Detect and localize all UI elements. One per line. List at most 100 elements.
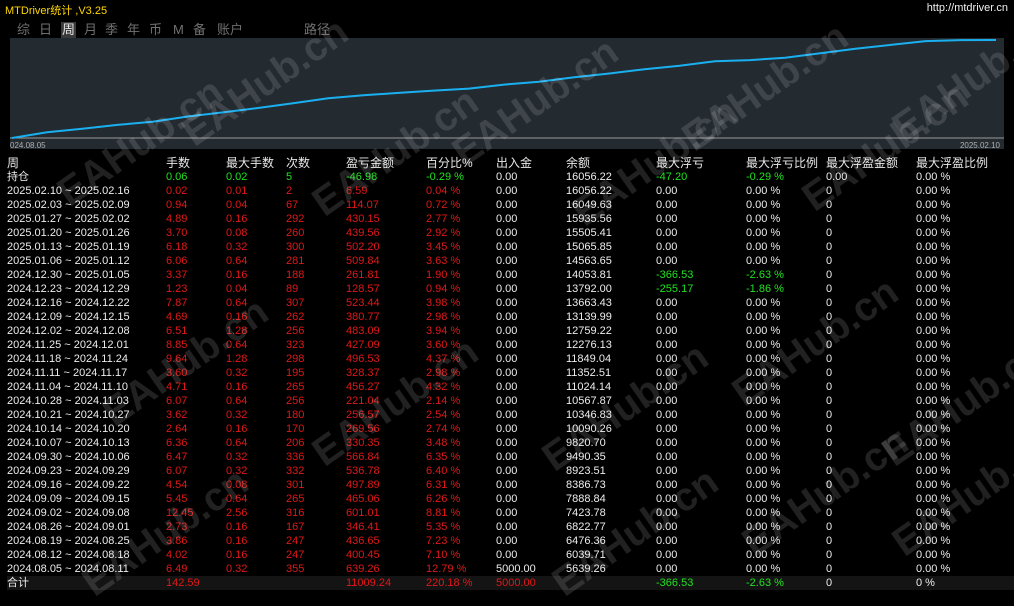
cell-lots: 3.62 — [166, 409, 188, 421]
cell-max-profit: 0 — [826, 367, 833, 379]
table-header: 周 手数 最大手数 次数 盈亏金额 百分比% 出入金 余额 最大浮亏 最大浮亏比例 最大浮盈金额 最大… — [7, 156, 1014, 170]
cell-count: 265 — [286, 493, 305, 505]
cell-lots: 6.18 — [166, 241, 188, 253]
total-pnl: 11009.24 — [346, 577, 392, 589]
cell-io: 0.00 — [496, 423, 518, 435]
cell-max-dd-pct: 0.00 % — [746, 339, 781, 351]
cell-io: 0.00 — [496, 367, 518, 379]
cell-count: 256 — [286, 395, 305, 407]
cell-max-dd-pct: 0.00 % — [746, 479, 781, 491]
table-row: 2024.11.11 ~ 2024.11.17 3.60 0.32 195 328.37… — [7, 366, 1014, 380]
cell-period: 2025.02.03 ~ 2025.02.09 — [7, 199, 130, 211]
cell-max-profit-pct: 0.00 % — [916, 479, 951, 491]
cell-pnl: 346.41 — [346, 521, 380, 533]
cell-balance: 12759.22 — [566, 325, 612, 337]
cell-max-dd: -47.20 — [656, 171, 688, 183]
cell-pnl: 330.35 — [346, 437, 380, 449]
cell-max-dd-pct: 0.00 % — [746, 185, 781, 197]
cell-max-dd: 0.00 — [656, 521, 678, 533]
cell-max-profit: 0 — [826, 451, 833, 463]
cell-max-lots: 0.16 — [226, 535, 248, 547]
cell-count: 336 — [286, 451, 305, 463]
menu-week[interactable]: 周 — [61, 22, 77, 38]
cell-count: 256 — [286, 325, 305, 337]
cell-pnl: 439.56 — [346, 227, 380, 239]
cell-pct: 2.77 % — [426, 213, 461, 225]
cell-count: 206 — [286, 437, 305, 449]
cell-max-lots: 0.16 — [226, 549, 248, 561]
cell-max-profit-pct: 0.00 % — [916, 381, 951, 393]
cell-max-lots: 0.01 — [226, 185, 248, 197]
cell-count: 89 — [286, 283, 299, 295]
cell-balance: 15505.41 — [566, 227, 612, 239]
table-row: 2024.12.02 ~ 2024.12.08 6.51 1.28 256 483.09… — [7, 324, 1014, 338]
cell-balance: 11024.14 — [566, 381, 612, 393]
cell-max-profit-pct: 0.00 % — [916, 353, 951, 365]
menu-month[interactable]: 月 — [84, 22, 97, 38]
cell-max-dd: -255.17 — [656, 283, 694, 295]
cell-period: 2024.11.11 ~ 2024.11.17 — [7, 367, 128, 379]
menu-day[interactable]: 日 — [39, 22, 52, 38]
cell-balance: 9490.35 — [566, 451, 606, 463]
cell-pnl: 436.65 — [346, 535, 380, 547]
cell-pct: 3.98 % — [426, 297, 461, 309]
table-row: 2024.10.07 ~ 2024.10.13 6.36 0.64 206 330.35… — [7, 436, 1014, 450]
cell-max-dd: 0.00 — [656, 437, 678, 449]
title-bar: MTDriver统计 ,V3.25 http://mtdriver.cn — [0, 0, 1014, 18]
cell-max-dd-pct: 0.00 % — [746, 255, 781, 267]
cell-max-dd: 0.00 — [656, 213, 678, 225]
cell-pct: 4.37 % — [426, 353, 461, 365]
col-header: 最大手数 — [226, 156, 275, 170]
menu-backup[interactable]: 备 — [193, 22, 206, 38]
site-link[interactable]: http://mtdriver.cn — [927, 2, 1008, 14]
col-header: 次数 — [286, 156, 311, 170]
menu-path[interactable]: 路径 — [304, 22, 330, 38]
cell-io: 0.00 — [496, 381, 518, 393]
col-header: 最大浮盈金额 — [826, 156, 899, 170]
cell-io: 0.00 — [496, 409, 518, 421]
cell-max-dd: 0.00 — [656, 353, 678, 365]
cell-balance: 6476.36 — [566, 535, 606, 547]
cell-count: 292 — [286, 213, 305, 225]
cell-pct: 0.72 % — [426, 199, 461, 211]
menu-year[interactable]: 年 — [127, 22, 140, 38]
table-row: 2024.08.05 ~ 2024.08.11 6.49 0.32 355 639.26… — [7, 562, 1014, 576]
cell-max-lots: 0.64 — [226, 493, 248, 505]
cell-balance: 13139.99 — [566, 311, 612, 323]
cell-max-lots: 0.02 — [226, 171, 248, 183]
cell-max-lots: 0.64 — [226, 339, 248, 351]
cell-max-dd: 0.00 — [656, 549, 678, 561]
cell-lots: 4.54 — [166, 479, 188, 491]
menu-m[interactable]: M — [173, 22, 184, 38]
cell-period: 2024.09.23 ~ 2024.09.29 — [7, 465, 130, 477]
cell-io: 0.00 — [496, 213, 518, 225]
cell-max-profit: 0 — [826, 185, 833, 197]
cell-balance: 14563.65 — [566, 255, 612, 267]
cell-max-dd: 0.00 — [656, 563, 678, 575]
cell-pct: 2.92 % — [426, 227, 461, 239]
cell-max-dd: 0.00 — [656, 227, 678, 239]
cell-period: 2025.02.10 ~ 2025.02.16 — [7, 185, 130, 197]
menu-account[interactable]: 账户 — [217, 22, 243, 38]
menu-summary[interactable]: 综 — [17, 22, 30, 38]
cell-lots: 0.06 — [166, 171, 188, 183]
cell-io: 0.00 — [496, 549, 518, 561]
cell-period: 2024.08.26 ~ 2024.09.01 — [7, 521, 130, 533]
menu-quarter[interactable]: 季 — [105, 22, 118, 38]
cell-max-profit-pct: 0.00 % — [916, 227, 951, 239]
cell-pnl: 128.57 — [346, 283, 380, 295]
cell-max-lots: 0.32 — [226, 465, 248, 477]
cell-max-lots: 0.32 — [226, 367, 248, 379]
cell-lots: 6.36 — [166, 437, 188, 449]
cell-max-lots: 0.16 — [226, 381, 248, 393]
cell-period: 2024.11.25 ~ 2024.12.01 — [7, 339, 129, 351]
cell-pct: 8.81 % — [426, 507, 461, 519]
cell-period: 2024.10.28 ~ 2024.11.03 — [7, 395, 129, 407]
cell-count: 301 — [286, 479, 305, 491]
cell-pct: 3.45 % — [426, 241, 461, 253]
cell-io: 0.00 — [496, 185, 518, 197]
cell-max-dd: 0.00 — [656, 535, 678, 547]
cell-lots: 7.87 — [166, 297, 188, 309]
cell-max-lots: 0.64 — [226, 395, 248, 407]
menu-currency[interactable]: 币 — [149, 22, 162, 38]
